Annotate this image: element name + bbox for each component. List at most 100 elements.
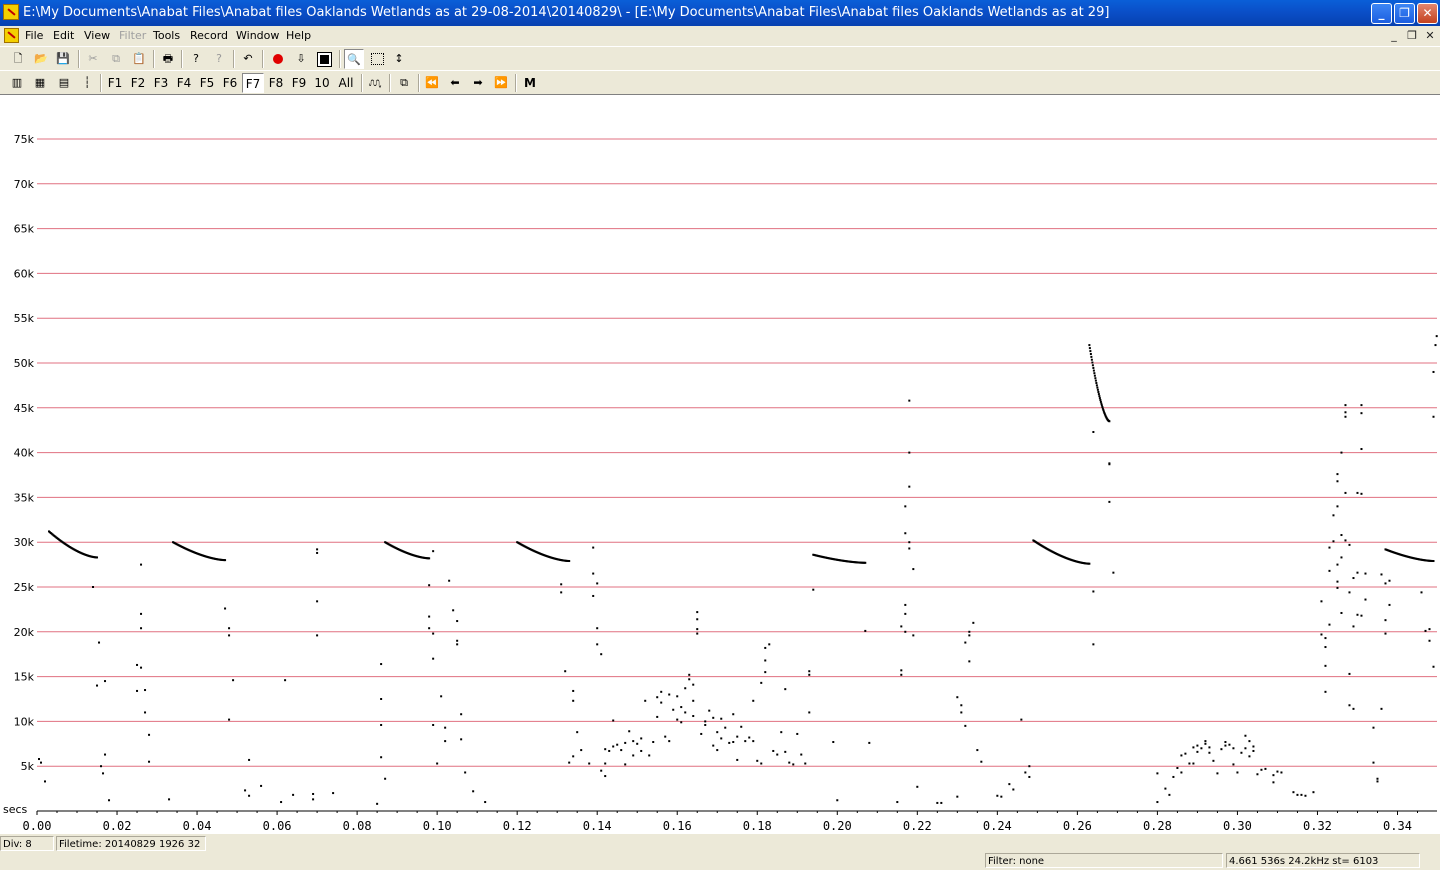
- menu-edit[interactable]: Edit: [53, 29, 74, 42]
- menu-record[interactable]: Record: [190, 29, 228, 42]
- x-tick-label: 0.28: [1143, 819, 1172, 833]
- data-point: [1196, 744, 1199, 747]
- first-icon[interactable]: ⏪: [422, 73, 442, 93]
- app-icon[interactable]: [3, 4, 19, 20]
- data-point: [464, 771, 467, 774]
- data-point: [1192, 762, 1195, 765]
- maximize-button[interactable]: ❐: [1394, 3, 1415, 24]
- mdi-close-icon[interactable]: ✕: [1423, 29, 1437, 43]
- file-button-f5[interactable]: F5: [196, 73, 218, 93]
- data-point: [140, 627, 143, 630]
- file-button-10[interactable]: 10: [311, 73, 333, 93]
- data-point: [1428, 639, 1431, 642]
- maximize-icon: ❐: [1399, 6, 1410, 20]
- data-point: [1388, 579, 1391, 582]
- help-icon[interactable]: ?: [186, 49, 206, 69]
- call-point: [1096, 386, 1099, 389]
- data-point: [908, 541, 911, 544]
- data-point: [592, 594, 595, 597]
- data-point: [564, 670, 567, 673]
- prev-icon[interactable]: ⬅: [445, 73, 465, 93]
- stop-icon[interactable]: [314, 49, 334, 69]
- file-button-f4[interactable]: F4: [173, 73, 195, 93]
- mdi-minimize-icon[interactable]: _: [1387, 29, 1401, 43]
- data-point: [1336, 473, 1339, 476]
- zoom-icon[interactable]: 🔍: [344, 49, 364, 69]
- record-icon[interactable]: [268, 49, 288, 69]
- file-button-f9[interactable]: F9: [288, 73, 310, 93]
- undo-icon[interactable]: ↶: [238, 49, 258, 69]
- data-point: [1212, 759, 1215, 762]
- mdi-restore-icon[interactable]: ❐: [1405, 29, 1419, 43]
- data-point: [1328, 569, 1331, 572]
- data-point: [732, 741, 735, 744]
- copy-icon: ⧉: [112, 52, 120, 65]
- file-button-f7[interactable]: F7: [242, 73, 264, 93]
- new-file-icon[interactable]: 🗋: [8, 49, 28, 69]
- next-icon[interactable]: ➡: [468, 73, 488, 93]
- call-shape-icon[interactable]: ᭚: [365, 73, 385, 93]
- select-rect-icon[interactable]: [367, 49, 387, 69]
- last-icon[interactable]: ⏩: [491, 73, 511, 93]
- filter-status: Filter: none: [985, 853, 1223, 868]
- file-button-f6[interactable]: F6: [219, 73, 241, 93]
- menu-help[interactable]: Help: [286, 29, 311, 42]
- file-button-f8[interactable]: F8: [265, 73, 287, 93]
- title-bar: E:\My Documents\Anabat Files\Anabat file…: [0, 0, 1440, 26]
- data-point: [596, 643, 599, 646]
- data-point: [1372, 761, 1375, 764]
- call-point: [1089, 350, 1092, 353]
- data-point: [104, 753, 107, 756]
- data-point: [1220, 748, 1223, 751]
- file-button-all[interactable]: All: [334, 73, 358, 93]
- call-point: [1090, 355, 1093, 358]
- view-mode-1-icon[interactable]: ▥: [7, 73, 27, 93]
- data-point: [1364, 598, 1367, 601]
- data-point: [140, 563, 143, 566]
- sonogram-plot[interactable]: 5k 10k 15k 20k 25k 30k 35k 40k 45k 50k 55k 60k 65k 70…: [0, 94, 1440, 834]
- download-icon[interactable]: ⇩: [291, 49, 311, 69]
- view-mode-4-icon[interactable]: ┆: [77, 73, 97, 93]
- close-button[interactable]: ✕: [1417, 3, 1438, 24]
- data-point: [912, 634, 915, 637]
- minimize-button[interactable]: _: [1371, 3, 1392, 24]
- data-point: [796, 732, 799, 735]
- menu-tools[interactable]: Tools: [153, 29, 180, 42]
- m-button[interactable]: M: [519, 73, 541, 93]
- data-point: [1236, 771, 1239, 774]
- data-point: [1224, 744, 1227, 747]
- menu-window[interactable]: Window: [236, 29, 279, 42]
- compare-icon[interactable]: ⧉: [394, 73, 414, 93]
- data-point: [1328, 623, 1331, 626]
- data-point: [700, 732, 703, 735]
- data-point: [1324, 637, 1327, 640]
- menu-filter: Filter: [119, 29, 147, 42]
- x-tick-label: 0.00: [23, 819, 52, 833]
- data-point: [100, 765, 103, 768]
- data-point: [620, 749, 623, 752]
- open-folder-icon[interactable]: 📂: [31, 49, 51, 69]
- data-point: [1108, 500, 1111, 503]
- file-button-f2[interactable]: F2: [127, 73, 149, 93]
- menu-file[interactable]: File: [25, 29, 43, 42]
- view-mode-2-icon[interactable]: ▦: [30, 73, 50, 93]
- data-point: [592, 546, 595, 549]
- paste-icon: 📋: [132, 52, 146, 65]
- menu-view[interactable]: View: [84, 29, 110, 42]
- file-button-f1[interactable]: F1: [104, 73, 126, 93]
- call-point: [1097, 390, 1100, 393]
- print-icon[interactable]: 🖶: [158, 49, 178, 69]
- data-point: [980, 760, 983, 763]
- data-point: [676, 718, 679, 721]
- x-tick-label: 0.14: [583, 819, 612, 833]
- data-point: [908, 399, 911, 402]
- x-tick-label: 0.22: [903, 819, 932, 833]
- vertical-arrow-icon[interactable]: ↕: [389, 49, 409, 69]
- data-point: [144, 711, 147, 714]
- data-point: [588, 762, 591, 765]
- file-button-f3[interactable]: F3: [150, 73, 172, 93]
- save-icon[interactable]: 💾: [53, 49, 73, 69]
- view-mode-3-icon[interactable]: ▤: [54, 73, 74, 93]
- data-point: [660, 701, 663, 704]
- document-icon[interactable]: [4, 28, 19, 43]
